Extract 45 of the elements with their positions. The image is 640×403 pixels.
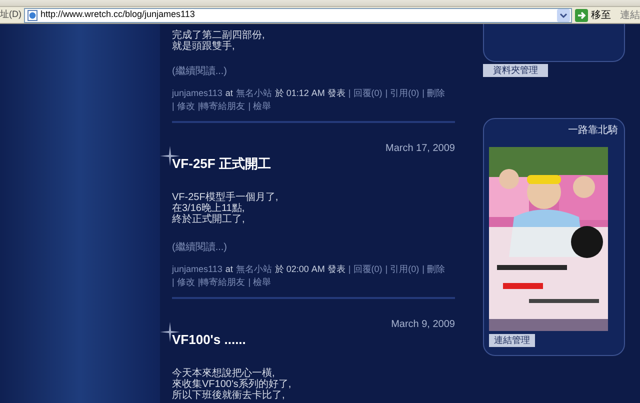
action-link[interactable]: | 修改 — [172, 276, 195, 289]
meta-text: 於 01:12 AM 發表 — [274, 87, 346, 100]
action-link[interactable]: | 回覆(0) — [348, 87, 382, 100]
author-link[interactable]: junjames113 — [172, 87, 222, 100]
read-more-link[interactable]: (繼續閱讀...) — [172, 66, 227, 77]
action-link[interactable]: |轉寄給朋友 — [198, 276, 246, 289]
post-text: VF-25F模型手一個月了, — [172, 192, 280, 203]
post-date: March 17, 2009 — [386, 143, 455, 154]
post-text: 終於正式開工了, — [172, 214, 246, 225]
post-text: 所以下班後就衝去卡比了, — [172, 390, 286, 401]
author-link[interactable]: junjames113 — [172, 263, 222, 276]
action-link[interactable]: | 引用(0) — [385, 87, 420, 100]
post-text: 來收集VF100's系列的好了, — [172, 379, 292, 390]
address-label: 址(D) — [0, 8, 22, 22]
post-text: 今天本來想說把心一橫, — [172, 368, 276, 379]
panel-title: 一路靠北騎 — [568, 125, 618, 137]
post-text: 完成了第二副四部份, — [172, 30, 266, 41]
action-link[interactable]: | 修改 — [172, 100, 195, 113]
page-icon — [26, 10, 38, 20]
site-link[interactable]: 無名小站 — [236, 87, 272, 100]
post-title[interactable]: VF100's ...... — [172, 332, 246, 348]
action-link[interactable]: | 引用(0) — [385, 263, 420, 276]
post-title[interactable]: VF-25F 正式開工 — [172, 156, 271, 172]
action-link[interactable]: |轉寄給朋友 — [198, 100, 246, 113]
read-more-link[interactable]: (繼續閱讀...) — [172, 242, 227, 253]
dropdown-icon[interactable] — [557, 8, 570, 22]
meta-text: at — [225, 263, 233, 276]
action-link[interactable]: | 刪除 — [422, 87, 445, 100]
post-text: 就是頭跟雙手, — [172, 41, 236, 52]
action-link[interactable]: | 回覆(0) — [348, 263, 382, 276]
go-button[interactable]: 移至 — [574, 8, 612, 22]
link-manage-button[interactable]: 連結管理 — [489, 334, 535, 347]
meta-text: at — [225, 87, 233, 100]
address-field[interactable]: http://www.wretch.cc/blog/junjames113 — [24, 8, 572, 22]
meta-text: 於 02:00 AM 發表 — [274, 263, 346, 276]
action-link[interactable]: | 檢舉 — [248, 276, 272, 289]
url-text: http://www.wretch.cc/blog/junjames113 — [40, 8, 196, 22]
action-link[interactable]: | 檢舉 — [248, 100, 272, 113]
post-date: March 9, 2009 — [391, 319, 455, 330]
folder-manage-button[interactable]: 資料夾管理 — [483, 64, 548, 77]
links-label[interactable]: 連結 — [620, 8, 640, 22]
action-link[interactable]: | 刪除 — [422, 263, 445, 276]
go-arrow-icon — [575, 8, 588, 22]
post-text: 在3/16晚上11點, — [172, 203, 246, 214]
site-link[interactable]: 無名小站 — [236, 263, 272, 276]
